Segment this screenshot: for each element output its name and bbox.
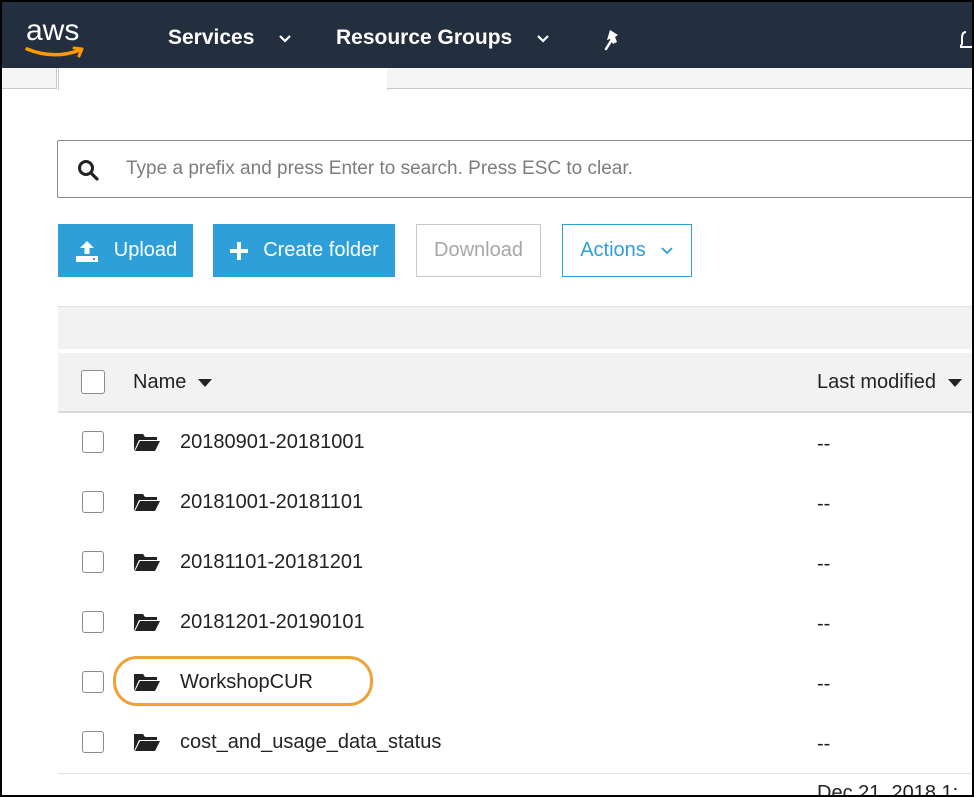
resource-groups-label: Resource Groups: [336, 26, 513, 49]
last-modified-value: --: [817, 553, 831, 575]
download-label: Download: [434, 239, 523, 261]
download-button[interactable]: Download: [416, 224, 541, 277]
browser-frame: aws Services Resource Groups Type a pref…: [0, 0, 974, 797]
upload-label: Upload: [113, 239, 178, 261]
chevron-down-icon: [536, 26, 550, 50]
folder-name-link[interactable]: 20180901-20181001: [180, 431, 365, 454]
last-modified-value: --: [817, 433, 831, 455]
chevron-down-icon: [278, 26, 292, 50]
table-row[interactable]: cost_and_usage_data_status --: [58, 713, 972, 774]
aws-logo[interactable]: aws: [22, 10, 92, 60]
last-modified-value: --: [817, 493, 831, 515]
column-header-name-label: Name: [133, 371, 187, 393]
services-menu[interactable]: Services: [168, 26, 292, 50]
folder-icon: [133, 432, 161, 457]
table-row[interactable]: 20180901-20181001 --: [58, 413, 972, 474]
column-header-name[interactable]: Name: [133, 371, 212, 394]
create-folder-label: Create folder: [263, 239, 379, 261]
actions-label: Actions: [580, 239, 646, 261]
folder-icon: [133, 612, 161, 637]
folder-name-link[interactable]: 20181001-20181101: [180, 491, 363, 514]
search-input[interactable]: [124, 153, 928, 185]
folder-icon: [133, 492, 161, 517]
sort-down-icon: [947, 371, 962, 394]
resource-groups-menu[interactable]: Resource Groups: [336, 26, 550, 50]
row-checkbox[interactable]: [82, 491, 104, 513]
select-all-checkbox[interactable]: [81, 370, 105, 394]
row-checkbox[interactable]: [82, 731, 104, 753]
column-header-last-modified[interactable]: Last modified: [817, 371, 962, 394]
aws-smile-icon: [25, 46, 84, 58]
table-row[interactable]: 20181101-20181201 --: [58, 533, 972, 594]
services-label: Services: [168, 26, 255, 49]
tab-previous[interactable]: [2, 68, 57, 89]
folder-icon: [133, 732, 161, 757]
table-header: Name Last modified: [58, 353, 972, 413]
actions-button[interactable]: Actions: [562, 224, 692, 277]
folder-name-link[interactable]: cost_and_usage_data_status: [180, 731, 441, 754]
chevron-down-icon: [660, 246, 674, 256]
bell-icon[interactable]: [958, 28, 972, 57]
row-checkbox[interactable]: [82, 671, 104, 693]
column-header-last-modified-label: Last modified: [817, 371, 936, 393]
upload-icon: [74, 239, 100, 263]
last-modified-value: --: [817, 673, 831, 695]
row-checkbox[interactable]: [82, 611, 104, 633]
search-bar: [57, 140, 972, 198]
tab-active[interactable]: [58, 68, 388, 90]
search-icon: [77, 159, 99, 186]
row-checkbox[interactable]: [82, 551, 104, 573]
tab-strip: [2, 68, 972, 90]
upload-button[interactable]: Upload: [58, 224, 193, 277]
create-folder-button[interactable]: Create folder: [213, 224, 395, 277]
plus-icon: [229, 241, 249, 261]
folder-name-link[interactable]: 20181101-20181201: [180, 551, 363, 574]
last-modified-value: --: [817, 613, 831, 635]
highlight-annotation: [113, 656, 373, 706]
table-row[interactable]: 20181001-20181101 --: [58, 473, 972, 534]
last-modified-value: --: [817, 733, 831, 755]
last-modified-value-partial: Dec 21, 2018 1:: [817, 782, 959, 797]
top-nav-bar: aws Services Resource Groups: [2, 2, 972, 68]
row-checkbox[interactable]: [82, 431, 104, 453]
table-toolbar-bar: [58, 306, 972, 349]
folder-name-link[interactable]: 20181201-20190101: [180, 611, 365, 634]
sort-down-icon: [197, 371, 212, 394]
folder-icon: [133, 552, 161, 577]
tab-next[interactable]: [387, 68, 972, 89]
pin-icon[interactable]: [602, 28, 624, 57]
aws-logo-text: aws: [26, 14, 80, 47]
table-row[interactable]: 20181201-20190101 --: [58, 593, 972, 654]
